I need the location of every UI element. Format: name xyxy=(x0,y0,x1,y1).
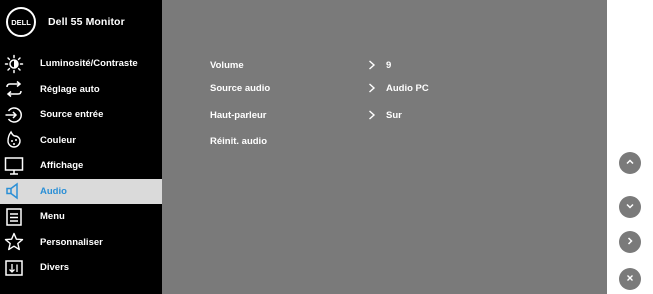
sidebar-item-display[interactable]: Affichage xyxy=(0,153,162,179)
dell-logo: DELL xyxy=(6,7,36,37)
others-icon xyxy=(3,257,25,279)
monitor-title: Dell 55 Monitor xyxy=(48,16,125,28)
chevron-right-icon xyxy=(368,59,378,71)
display-icon xyxy=(3,155,25,177)
setting-row-speaker[interactable]: Haut-parleur Sur xyxy=(210,107,402,123)
sidebar-item-personalize[interactable]: Personnaliser xyxy=(0,230,162,256)
setting-value: Sur xyxy=(386,109,402,121)
brand-header: DELL Dell 55 Monitor xyxy=(0,0,162,44)
sidebar-item-label: Luminosité/Contraste xyxy=(40,58,138,70)
input-source-icon xyxy=(3,104,25,126)
auto-adjust-icon xyxy=(3,78,25,100)
setting-row-volume[interactable]: Volume 9 xyxy=(210,57,391,73)
chevron-right-icon xyxy=(625,233,635,251)
color-palette-icon xyxy=(3,129,25,151)
sidebar-item-color[interactable]: Couleur xyxy=(0,128,162,154)
sidebar-item-others[interactable]: Divers xyxy=(0,255,162,281)
sidebar-item-label: Couleur xyxy=(40,134,76,146)
nav-down-button[interactable] xyxy=(619,196,641,218)
sidebar-item-label: Divers xyxy=(40,262,70,274)
setting-label: Volume xyxy=(210,59,244,71)
sidebar-item-audio[interactable]: Audio xyxy=(0,178,162,204)
sidebar-item-auto-adjust[interactable]: Réglage auto xyxy=(0,77,162,103)
setting-label: Source audio xyxy=(210,82,271,94)
sidebar-item-label: Affichage xyxy=(40,160,84,172)
audio-settings-panel: Volume 9 Source audio Audio PC Haut-parl… xyxy=(162,0,607,294)
close-icon xyxy=(625,270,635,288)
chevron-right-icon xyxy=(368,109,378,121)
chevron-up-icon xyxy=(625,154,635,172)
sidebar-item-label: Personnaliser xyxy=(40,236,103,248)
brightness-icon xyxy=(3,53,25,75)
setting-value: Audio PC xyxy=(386,82,429,94)
chevron-down-icon xyxy=(625,198,635,216)
main-menu: Luminosité/Contraste Réglage auto Source… xyxy=(0,51,162,281)
nav-exit-button[interactable] xyxy=(619,268,641,290)
nav-right-button[interactable] xyxy=(619,231,641,253)
osd-window: DELL Dell 55 Monitor Luminosité/Contrast… xyxy=(0,0,607,294)
menu-icon xyxy=(3,206,25,228)
svg-text:DELL: DELL xyxy=(11,18,31,27)
setting-row-audio-source[interactable]: Source audio Audio PC xyxy=(210,80,429,96)
star-icon xyxy=(3,231,25,253)
dell-logo-text: DELL xyxy=(11,18,31,27)
setting-row-audio-reset[interactable]: Réinit. audio xyxy=(210,133,368,149)
sidebar-item-label: Réglage auto xyxy=(40,83,100,95)
chevron-right-icon xyxy=(368,82,378,94)
sidebar-item-menu[interactable]: Menu xyxy=(0,204,162,230)
sidebar-item-label: Menu xyxy=(40,211,65,223)
speaker-icon xyxy=(3,180,25,202)
setting-label: Haut-parleur xyxy=(210,109,267,121)
setting-value: 9 xyxy=(386,59,392,71)
sidebar-item-input-source[interactable]: Source entrée xyxy=(0,102,162,128)
sidebar-item-brightness-contrast[interactable]: Luminosité/Contraste xyxy=(0,51,162,77)
nav-up-button[interactable] xyxy=(619,152,641,174)
sidebar-item-label: Source entrée xyxy=(40,109,104,121)
sidebar-item-label: Audio xyxy=(40,185,67,197)
sidebar: DELL Dell 55 Monitor Luminosité/Contrast… xyxy=(0,0,162,294)
setting-label: Réinit. audio xyxy=(210,135,267,147)
